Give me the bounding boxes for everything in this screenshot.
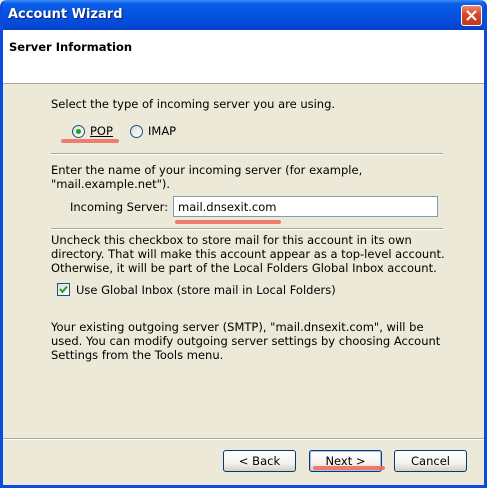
imap-radio-label[interactable]: IMAP [148, 124, 176, 138]
window-title: Account Wizard [8, 7, 123, 22]
global-inbox-desc-line3: Otherwise, it will be part of the Local … [51, 261, 437, 275]
server-type-prompt: Select the type of incoming server you a… [51, 97, 336, 111]
incoming-server-label: Incoming Server: [70, 200, 169, 214]
page-title: Server Information [9, 40, 133, 54]
pop-radio-label[interactable]: POP [90, 124, 113, 138]
back-button[interactable]: < Back [223, 450, 296, 472]
use-global-inbox-checkbox[interactable] [57, 283, 70, 296]
global-inbox-desc-line2: directory. That will make this account a… [51, 247, 445, 261]
separator [51, 153, 443, 155]
global-inbox-desc-line1: Uncheck this checkbox to store mail for … [51, 233, 412, 247]
title-bar[interactable]: Account Wizard [3, 0, 484, 30]
server-highlight-mark [175, 220, 281, 224]
pop-radio[interactable] [72, 125, 85, 138]
imap-radio[interactable] [130, 125, 143, 138]
footer-separator [3, 438, 484, 440]
close-button[interactable] [461, 5, 482, 26]
use-global-inbox-label[interactable]: Use Global Inbox (store mail in Local Fo… [76, 283, 336, 297]
server-name-prompt-line1: Enter the name of your incoming server (… [51, 163, 363, 177]
incoming-server-input[interactable]: mail.dnsexit.com [173, 196, 438, 217]
outgoing-info-line3: Settings from the Tools menu. [51, 348, 224, 362]
cancel-button[interactable]: Cancel [394, 450, 467, 472]
account-wizard-window: Account Wizard Server Information Select… [0, 0, 487, 488]
next-highlight-mark [313, 466, 385, 470]
server-name-prompt-line2: "mail.example.net"). [51, 177, 171, 191]
close-icon [466, 10, 477, 21]
outgoing-info-line2: used. You can modify outgoing server set… [51, 334, 441, 348]
checkmark-icon [59, 285, 68, 294]
radio-selected-dot [76, 129, 81, 134]
pop-highlight-mark [61, 139, 119, 143]
outgoing-info-line1: Your existing outgoing server (SMTP), "m… [51, 320, 424, 334]
wizard-header: Server Information [3, 30, 484, 84]
separator [51, 228, 443, 230]
